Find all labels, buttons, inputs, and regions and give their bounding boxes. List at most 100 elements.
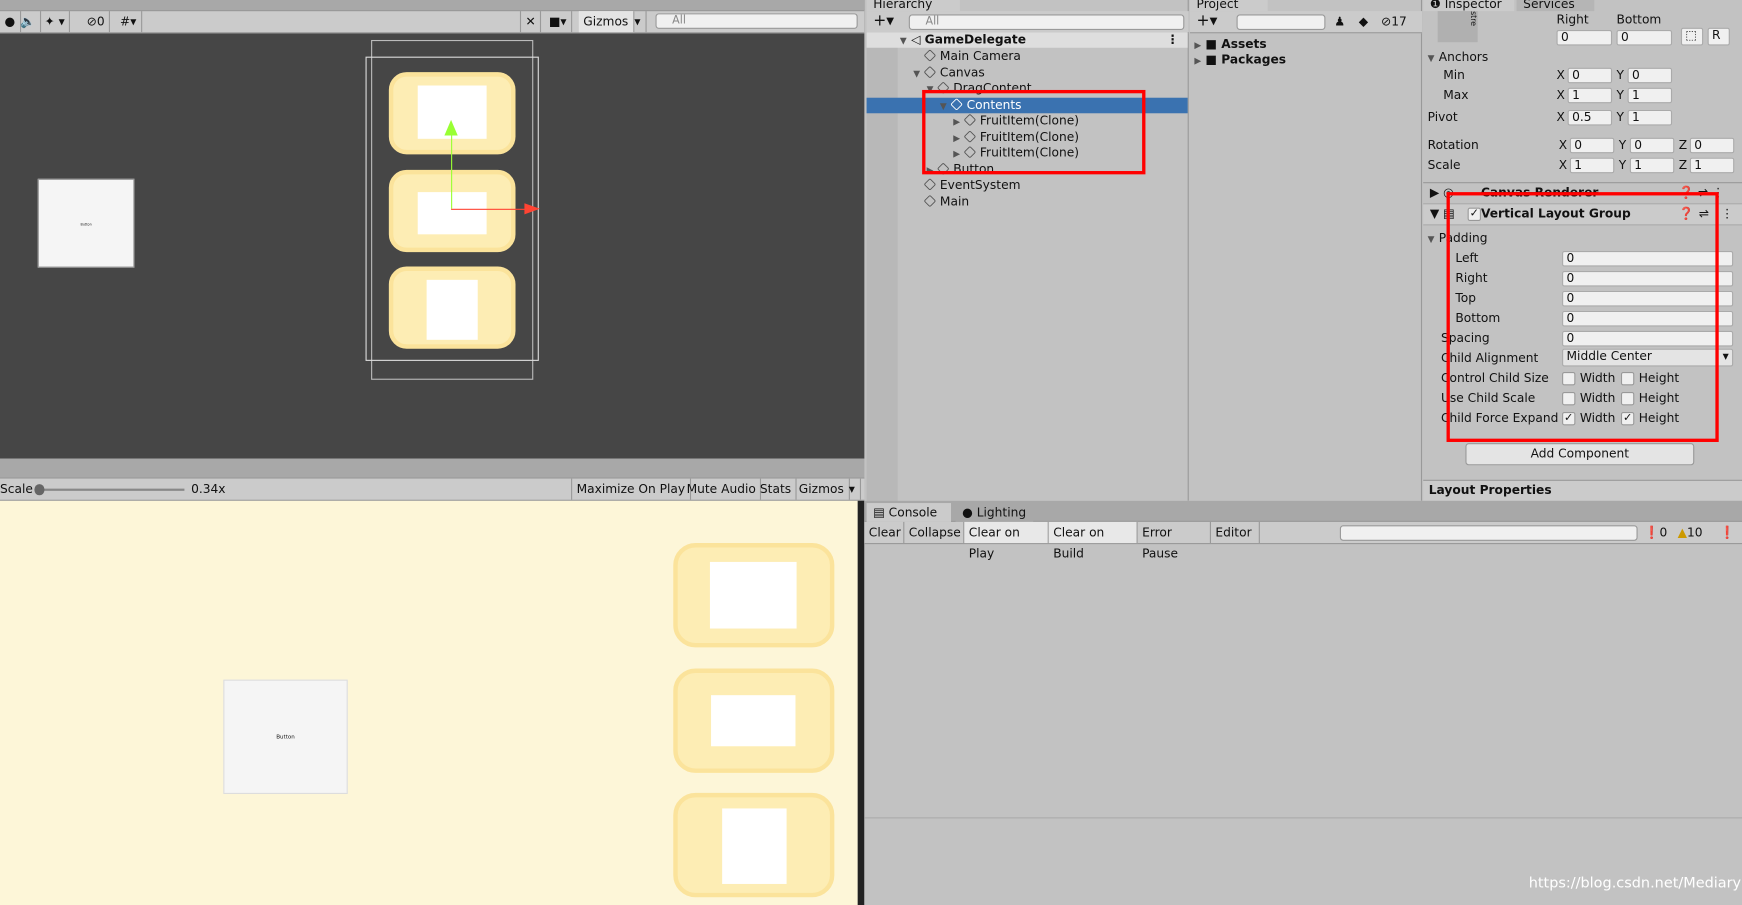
scale-x[interactable]: 1 [1569,157,1615,174]
blueprint-mode-button[interactable]: ⬚ [1680,27,1704,46]
hierarchy-item[interactable]: ▼ Canvas [867,65,1188,81]
console-panel: ▤ Console ● Lighting ❗0 ▲10 ❗ Clear Colla… [864,500,1742,905]
move-gizmo-x-axis[interactable] [451,208,527,210]
anchor-min-x[interactable]: 0 [1567,67,1613,84]
info-icon: ❶ [1429,0,1445,12]
hierarchy-search-input[interactable]: All [908,14,1185,30]
hierarchy-panel: Hierarchy +▾ All ▼ ◁ GameDelegate ⋮ Main C… [866,0,1189,501]
gizmos-button[interactable]: Gizmos [578,11,634,33]
project-panel: Project +▾ ♟ ◆ ⊘17 ▶ ■ Assets ▶ ■ Packages [1189,0,1423,501]
rotation-z[interactable]: 0 [1689,137,1735,154]
pivot-y[interactable]: 1 [1627,109,1673,126]
gameobject-icon [923,194,937,207]
move-gizmo-y-axis[interactable] [451,124,453,209]
label-icon[interactable]: ◆ [1359,14,1368,30]
scale-value: 0.34x [191,481,226,497]
error-count-toggle[interactable]: ❗0 [1644,525,1667,541]
anchor-max-y[interactable]: 1 [1627,87,1673,104]
console-editor-button[interactable]: Editor [1211,521,1260,544]
button-label: Button [80,222,92,227]
console-error-pause-button[interactable]: Error Pause [1138,521,1211,561]
console-clear-on-play-button[interactable]: Clear on Play [964,521,1049,561]
game-fruit-item[interactable] [673,668,835,773]
move-gizmo-x-arrow-icon[interactable] [524,203,540,215]
context-menu-icon[interactable]: ⋮ [1721,207,1733,223]
tab-project[interactable]: Project [1189,0,1268,12]
game-tab-strip [0,458,865,479]
gameobject-icon [923,49,937,62]
filter-type-icon[interactable]: ♟ [1334,14,1345,30]
highlight-box [922,89,1146,175]
tab-hierarchy[interactable]: Hierarchy [866,0,960,12]
hierarchy-item[interactable]: Main [867,194,1188,210]
scale-slider-thumb[interactable] [34,484,45,496]
scale-z[interactable]: 1 [1689,157,1735,174]
tab-inspector[interactable]: ❶ Inspector [1423,0,1515,12]
grid-toggle-icon[interactable]: #▾ [116,11,142,33]
folder-icon: ■ [1205,36,1222,52]
raw-edit-button[interactable]: R [1707,27,1730,46]
warning-count-toggle[interactable]: ▲10 [1678,525,1703,541]
scene-fruit-item[interactable] [388,266,516,349]
game-fruit-item[interactable] [673,792,835,898]
bulb-icon: ● [962,505,977,520]
project-item-packages[interactable]: ▶ ■ Packages [1190,52,1421,68]
tools-icon[interactable]: ✕ [519,11,542,33]
console-icon: ▤ [873,505,889,520]
game-button[interactable]: Button [223,679,348,795]
bottom-field[interactable]: 0 [1616,29,1673,46]
hierarchy-scene-row[interactable]: ▼ ◁ GameDelegate ⋮ [866,32,1188,48]
hierarchy-item[interactable]: EventSystem [867,178,1188,194]
gizmos-dropdown[interactable]: ▾ [630,11,647,33]
unity-scene-icon: ◁ [911,32,925,47]
layout-properties-header[interactable]: Layout Properties [1423,479,1742,501]
maximize-on-play-button[interactable]: Maximize On Play [571,478,691,500]
scale-slider[interactable] [34,484,185,496]
game-view: Button [0,500,858,905]
rotation-y[interactable]: 0 [1629,137,1675,154]
tab-console[interactable]: ▤ Console [866,503,952,522]
game-gizmos-button[interactable]: Gizmos [794,478,850,500]
camera-icon[interactable]: ■▾ [544,11,573,33]
mute-audio-button[interactable]: Mute Audio [682,478,762,500]
game-fruit-item[interactable] [673,543,835,648]
rotation-x[interactable]: 0 [1569,137,1615,154]
console-clear-on-build-button[interactable]: Clear on Build [1048,521,1138,561]
anchor-preset-button[interactable]: stre [1437,11,1478,43]
console-search-input[interactable] [1339,525,1638,541]
move-gizmo-y-arrow-icon[interactable] [444,119,458,136]
add-icon[interactable]: +▾ [1197,13,1218,29]
hidden-objects-toggle[interactable]: ⊘0 [82,11,111,33]
game-gizmos-dropdown[interactable]: ▾ [844,478,861,500]
pivot-x[interactable]: 0.5 [1567,109,1613,126]
stats-button[interactable]: Stats [755,478,797,500]
add-icon[interactable]: +▾ [873,13,894,29]
scene-panel: ● 🔈 ✦ ▾ ⊘0 #▾ ✕ ■▾ Gizmos ▾ All Button [0,0,865,459]
hidden-count: 0 [96,14,105,29]
game-toolbar: Scale 0.34x Maximize On Play Mute Audio … [0,478,865,501]
project-search-input[interactable] [1236,14,1326,30]
scale-y[interactable]: 1 [1629,157,1675,174]
log-count-toggle[interactable]: ❗ [1720,525,1735,541]
scene-search-input[interactable]: All [655,13,858,29]
right-field[interactable]: 0 [1556,29,1613,46]
console-collapse-button[interactable]: Collapse [904,521,965,544]
anchor-min-y[interactable]: 0 [1627,67,1673,84]
anchor-max-x[interactable]: 1 [1567,87,1613,104]
tab-services[interactable]: Services [1516,0,1595,12]
scale-label: Scale [0,481,33,497]
highlight-box [1446,192,1719,442]
anchors-foldout[interactable]: ▼ Anchors [1428,50,1489,67]
hierarchy-item[interactable]: Main Camera [867,49,1188,65]
effects-toggle-icon[interactable]: ✦ ▾ [40,11,71,33]
tab-lighting[interactable]: ● Lighting [955,503,1034,522]
console-clear-button[interactable]: Clear [864,521,905,544]
scene-toolbar: ● 🔈 ✦ ▾ ⊘0 #▾ ✕ ■▾ Gizmos ▾ All [0,11,865,34]
gameobject-icon [923,178,937,191]
audio-toggle-icon[interactable]: 🔈 [16,11,41,33]
gameobject-icon [923,65,937,78]
project-item-assets[interactable]: ▶ ■ Assets [1190,37,1421,53]
hidden-packages-toggle[interactable]: ⊘17 [1381,14,1407,30]
scene-button[interactable]: Button [37,178,135,268]
add-component-button[interactable]: Add Component [1465,443,1695,466]
